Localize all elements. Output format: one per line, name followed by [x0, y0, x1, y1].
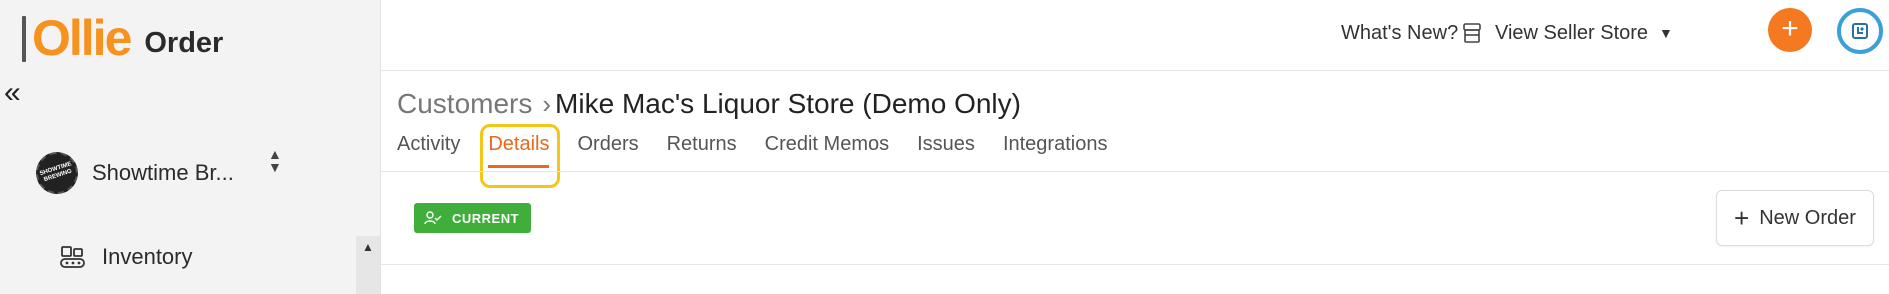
sidebar-scrollbar[interactable]: ▲ — [356, 236, 380, 294]
app-logo[interactable]: Ollie Order — [22, 10, 224, 66]
new-order-button[interactable]: + New Order — [1716, 190, 1874, 246]
status-badge: CURRENT — [414, 203, 532, 233]
customer-tabs: Activity Details Orders Returns Credit M… — [397, 133, 1135, 168]
breadcrumb: Customers › Mike Mac's Liquor Store (Dem… — [397, 88, 1021, 120]
store-switcher[interactable]: SHOWTIME BREWING Showtime Br... ▲ ▼ — [30, 146, 282, 200]
tab-details[interactable]: Details — [488, 133, 550, 168]
chevron-right-icon: › — [542, 88, 552, 119]
store-avatar: SHOWTIME BREWING — [30, 146, 84, 200]
inventory-icon — [60, 246, 85, 268]
logo-mark — [22, 16, 26, 62]
tab-credit-memos[interactable]: Credit Memos — [765, 133, 889, 168]
profile-avatar[interactable] — [1837, 8, 1883, 54]
sidebar: Ollie Order « SHOWTIME BREWING Showtime … — [0, 0, 381, 294]
sidebar-item-label: Inventory — [102, 244, 193, 269]
store-name: Showtime Br... — [92, 160, 234, 185]
product-name: Order — [144, 27, 224, 59]
content-divider — [381, 264, 1889, 265]
user-badge-icon — [1852, 23, 1868, 39]
page-title: Mike Mac's Liquor Store (Demo Only) — [555, 88, 1021, 119]
new-order-label: New Order — [1759, 206, 1856, 229]
collapse-sidebar-button[interactable]: « — [4, 78, 21, 108]
storefront-icon — [1463, 23, 1481, 43]
plus-icon: + — [1734, 203, 1750, 233]
top-bar: What's New? View Seller Store ▼ + — [381, 0, 1889, 71]
user-check-icon — [424, 211, 442, 225]
view-seller-store-link[interactable]: View Seller Store — [1495, 22, 1648, 45]
tab-issues[interactable]: Issues — [917, 133, 975, 168]
sidebar-item-inventory[interactable]: Inventory — [60, 244, 193, 270]
status-label: CURRENT — [452, 210, 520, 226]
tabs-divider — [381, 171, 1889, 172]
chevron-up-down-icon: ▲ ▼ — [268, 146, 282, 175]
tab-returns[interactable]: Returns — [667, 133, 737, 168]
tab-orders[interactable]: Orders — [577, 133, 638, 168]
logo-wordmark: Ollie — [32, 10, 132, 66]
whats-new-link[interactable]: What's New? — [1341, 22, 1458, 45]
caret-down-icon[interactable]: ▼ — [1659, 25, 1673, 41]
add-button[interactable]: + — [1768, 8, 1812, 52]
tab-integrations[interactable]: Integrations — [1003, 133, 1108, 168]
tab-activity[interactable]: Activity — [397, 133, 460, 168]
breadcrumb-customers-link[interactable]: Customers — [397, 88, 532, 120]
scroll-up-arrow-icon[interactable]: ▲ — [362, 240, 374, 254]
